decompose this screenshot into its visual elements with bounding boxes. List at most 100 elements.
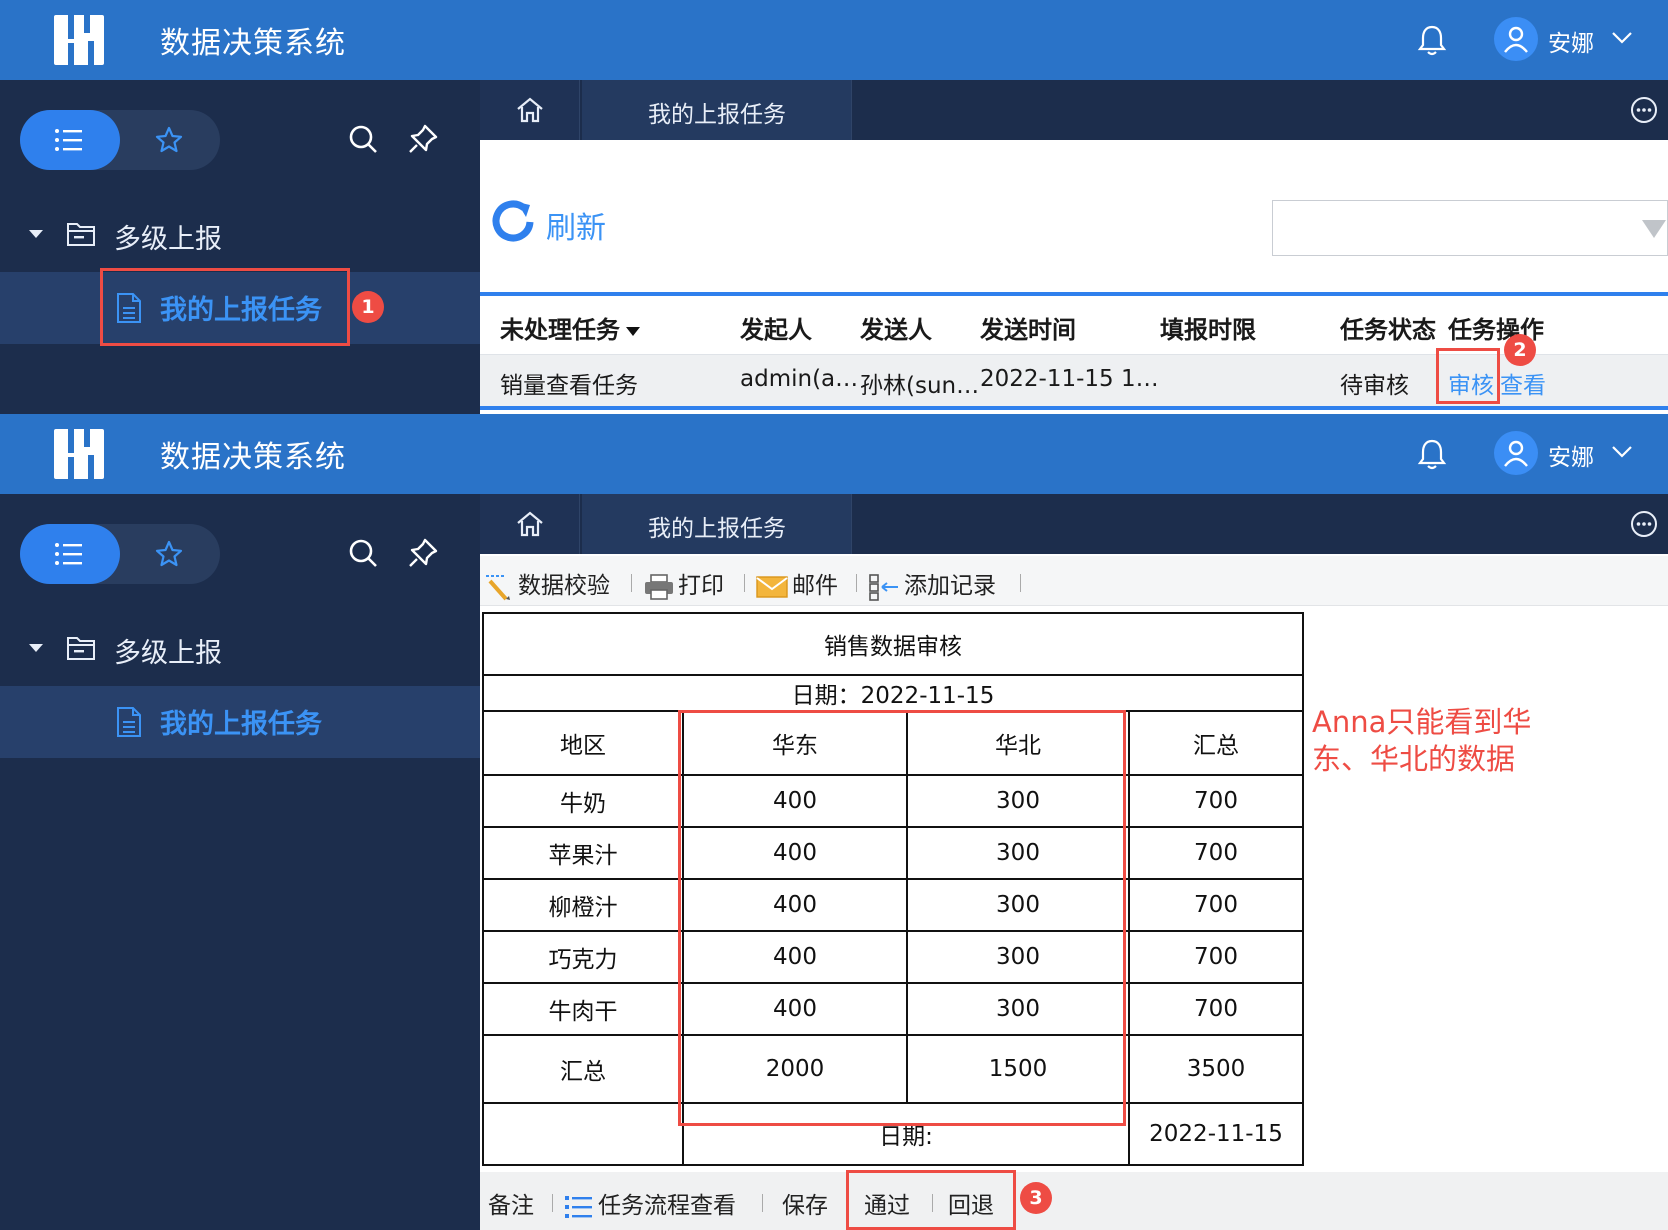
- avatar[interactable]: [1494, 431, 1538, 475]
- app-title: 数据决策系统: [160, 26, 346, 61]
- tree-folder-label: 多级上报: [114, 224, 222, 255]
- view-link[interactable]: 查看: [1500, 366, 1546, 400]
- bell-icon[interactable]: [1414, 436, 1450, 472]
- callout-box-east-north: [678, 710, 1126, 1126]
- report-date: 日期：2022-11-15: [482, 674, 1304, 712]
- user-icon: [1504, 26, 1528, 53]
- sidebar-item-my-report-tasks[interactable]: 我的上报任务: [0, 686, 480, 758]
- table-cell: 3500: [1128, 1034, 1304, 1104]
- more-options-icon[interactable]: [1630, 510, 1658, 538]
- bottom-action-bar: 备注 任务流程查看 保存 通过 回退: [480, 1172, 1668, 1230]
- star-icon: [155, 126, 183, 153]
- sidebar: 多级上报 我的上报任务: [0, 494, 480, 1230]
- tree-folder-label: 多级上报: [114, 638, 222, 669]
- annotation-text: Anna只能看到华东、华北的数据: [1312, 705, 1532, 776]
- refresh-icon[interactable]: [490, 198, 536, 244]
- filter-select[interactable]: [1272, 200, 1668, 256]
- pin-icon[interactable]: [406, 122, 440, 156]
- column-header: 汇总: [1128, 710, 1304, 776]
- task-sender: 孙林(sun…: [860, 373, 980, 399]
- mail-label: 邮件: [792, 573, 838, 599]
- folder-icon: [67, 223, 95, 246]
- search-icon[interactable]: [346, 536, 380, 570]
- table-cell: 汇总: [482, 1034, 684, 1104]
- pencil-check-icon: [486, 574, 510, 600]
- column-header: 发起人: [740, 316, 812, 344]
- app-logo-icon: [54, 429, 104, 479]
- printer-icon: [645, 573, 673, 600]
- table-cell: 苹果汁: [482, 826, 684, 880]
- sidebar-tab-switch: [20, 524, 220, 584]
- report-toolbar: 数据校验 打印 邮件 添加记录: [480, 556, 1668, 606]
- tab-bar: 我的上报任务: [480, 494, 1668, 554]
- list-icon: [55, 129, 82, 151]
- add-record-button[interactable]: 添加记录: [868, 566, 996, 601]
- chevron-down-icon[interactable]: [1610, 444, 1634, 460]
- bell-icon[interactable]: [1414, 22, 1450, 58]
- flow-list-icon: [565, 1195, 592, 1218]
- app-header: 数据决策系统 安娜: [0, 414, 1668, 494]
- sidebar-tab-directory[interactable]: [20, 524, 120, 584]
- caret-down-icon: [29, 644, 43, 652]
- refresh-button[interactable]: 刷新: [546, 203, 606, 247]
- add-record-icon: [869, 573, 898, 601]
- task-initiator: admin(a…: [740, 366, 859, 392]
- column-header: 填报时限: [1160, 316, 1256, 344]
- add-record-label: 添加记录: [904, 573, 996, 599]
- list-icon: [55, 543, 82, 565]
- note-button[interactable]: 备注: [488, 1186, 534, 1220]
- table-cell: 牛奶: [482, 774, 684, 828]
- callout-badge-1: 1: [352, 291, 384, 323]
- bar-divider: [552, 1194, 553, 1212]
- tab-my-report-tasks[interactable]: 我的上报任务: [582, 80, 852, 140]
- tab-bar: 我的上报任务: [480, 80, 1668, 140]
- mail-icon: [756, 575, 788, 598]
- validate-button[interactable]: 数据校验: [484, 566, 610, 601]
- chevron-down-icon[interactable]: [1610, 30, 1634, 46]
- username[interactable]: 安娜: [1548, 24, 1594, 58]
- caret-down-icon: [29, 230, 43, 238]
- callout-box-3: [846, 1170, 1016, 1230]
- caret-down-icon: [626, 326, 640, 336]
- callout-box-2: [1436, 348, 1500, 404]
- sidebar-tab-directory[interactable]: [20, 110, 120, 170]
- sidebar-tab-switch: [20, 110, 220, 170]
- sidebar: 多级上报 我的上报任务: [0, 80, 480, 414]
- avatar[interactable]: [1494, 17, 1538, 61]
- task-name: 销量查看任务: [500, 373, 638, 399]
- column-header: 发送时间: [980, 316, 1076, 344]
- app-title: 数据决策系统: [160, 440, 346, 475]
- pin-icon[interactable]: [406, 536, 440, 570]
- save-button[interactable]: 保存: [782, 1186, 828, 1220]
- dropdown-arrow-icon: [1642, 220, 1666, 238]
- flow-view-button[interactable]: 任务流程查看: [564, 1186, 736, 1221]
- star-icon: [155, 540, 183, 567]
- task-status: 待审核: [1340, 373, 1409, 399]
- tab-my-report-tasks[interactable]: 我的上报任务: [582, 494, 852, 554]
- tree-folder-multilevel[interactable]: 多级上报: [28, 629, 428, 669]
- more-options-icon[interactable]: [1630, 96, 1658, 124]
- tab-label: 我的上报任务: [648, 102, 786, 128]
- tab-home[interactable]: [480, 80, 580, 140]
- print-button[interactable]: 打印: [644, 566, 724, 600]
- column-header: 任务状态: [1340, 316, 1436, 344]
- search-icon[interactable]: [346, 122, 380, 156]
- column-header[interactable]: 未处理任务: [500, 310, 640, 345]
- tree-folder-multilevel[interactable]: 多级上报: [28, 215, 428, 255]
- tab-label: 我的上报任务: [648, 516, 786, 542]
- column-header: 地区: [482, 710, 684, 776]
- table-cell: 700: [1128, 930, 1304, 984]
- table-cell: 700: [1128, 774, 1304, 828]
- toolbar-divider: [1020, 574, 1021, 592]
- mail-button[interactable]: 邮件: [756, 566, 838, 600]
- task-send-time: 2022-11-15 1…: [980, 366, 1159, 392]
- bar-divider: [762, 1194, 763, 1212]
- report-title: 销售数据审核: [482, 612, 1304, 676]
- bottom-screenshot-panel: 数据决策系统 安娜 多级上报 我的上报任务 我的上报任务 数据校验 打印 邮件 …: [0, 414, 1668, 1230]
- username[interactable]: 安娜: [1548, 438, 1594, 472]
- table-cell: 700: [1128, 982, 1304, 1036]
- app-header: 数据决策系统 安娜: [0, 0, 1668, 80]
- table-cell: 700: [1128, 826, 1304, 880]
- tab-home[interactable]: [480, 494, 580, 554]
- callout-badge-3: 3: [1020, 1182, 1052, 1214]
